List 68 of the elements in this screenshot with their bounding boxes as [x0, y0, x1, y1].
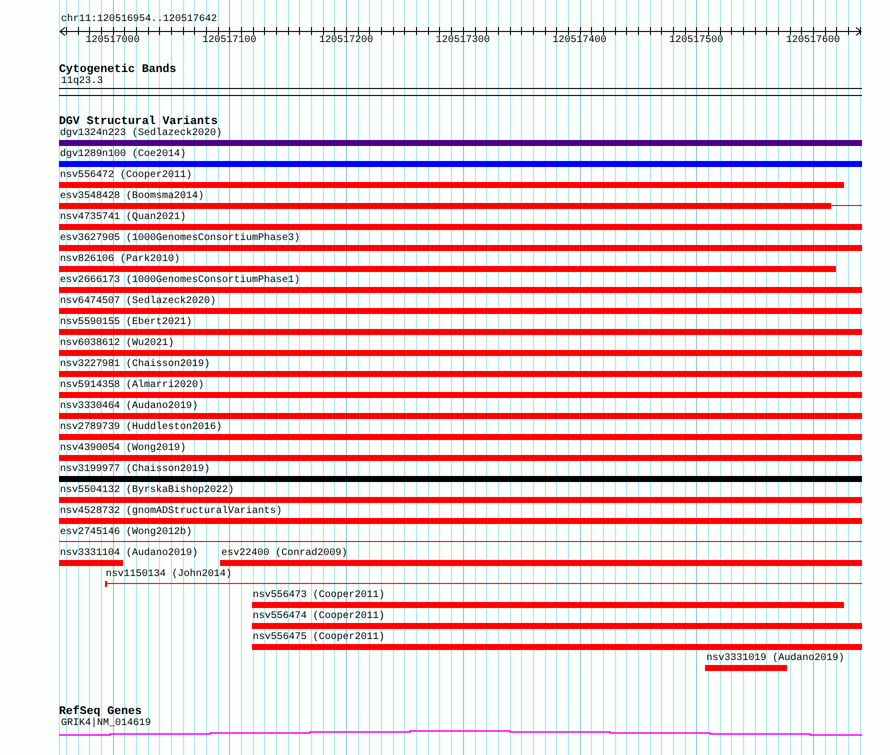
variant-label: nsv6038612 (Wu2021) [59, 338, 174, 349]
variant-bar[interactable] [252, 623, 862, 629]
variant-label: nsv3330464 (Audano2019) [59, 401, 198, 412]
location-label: chr11:120516954..120517642 [60, 14, 218, 25]
variant-line[interactable] [830, 205, 862, 206]
variant-bar[interactable] [59, 140, 862, 146]
track-title: DGV Structural Variants [59, 116, 218, 128]
ruler-tick-label: 120517300 [436, 35, 490, 46]
variant-bar[interactable] [59, 518, 862, 524]
variant-label: esv3627905 (1000GenomesConsortiumPhase3) [59, 233, 300, 244]
variant-bar[interactable] [59, 350, 862, 356]
variant-bar[interactable] [59, 497, 862, 503]
variant-bar[interactable] [220, 560, 862, 566]
variant-bar[interactable] [252, 644, 862, 650]
track-title: Cytogenetic Bands [59, 64, 176, 76]
variant-label: nsv2789739 (Huddleston2016) [59, 422, 222, 433]
variant-label: nsv1150134 (John2014) [104, 569, 232, 580]
ruler-tick-label: 120517400 [552, 35, 607, 46]
band-label: 11q23.3 [60, 76, 104, 87]
variant-label: esv22400 (Conrad2009) [220, 548, 348, 559]
variant-label: nsv556473 (Cooper2011) [252, 590, 385, 601]
variant-label: nsv556474 (Cooper2011) [252, 611, 385, 622]
variant-bar[interactable] [252, 602, 844, 608]
ruler-tick-label: 120517000 [86, 35, 140, 46]
variant-label: nsv5914358 (Almarri2020) [59, 380, 204, 391]
variant-label: nsv3331019 (Audano2019) [705, 653, 844, 664]
variant-bar[interactable] [59, 455, 862, 461]
variant-bar[interactable] [59, 371, 862, 377]
variant-label: nsv556475 (Cooper2011) [252, 632, 385, 643]
ruler-tick-label: 120517100 [202, 35, 256, 46]
variant-bar[interactable] [59, 329, 862, 335]
variant-bar[interactable] [59, 224, 862, 230]
variant-bar[interactable] [59, 182, 844, 188]
variant-bar[interactable] [59, 560, 124, 566]
ruler-tick-label: 120517600 [786, 35, 840, 46]
variant-label: nsv826106 (Park2010) [59, 254, 180, 265]
variant-label: nsv556472 (Cooper2011) [59, 170, 192, 181]
ruler-tick-label: 120517200 [319, 35, 374, 46]
variant-bar[interactable] [59, 161, 862, 167]
variant-bar[interactable] [59, 266, 836, 272]
variant-label: dgv1289n100 (Coe2014) [59, 149, 186, 160]
variant-line[interactable] [59, 541, 862, 542]
variant-bar[interactable] [59, 434, 862, 440]
variant-label: esv3548428 (Boomsma2014) [59, 191, 204, 202]
variant-label: nsv3227981 (Chaisson2019) [59, 359, 210, 370]
variant-bar[interactable] [59, 392, 862, 398]
gene-line[interactable] [59, 730, 862, 736]
variant-bar[interactable] [59, 203, 831, 209]
variant-label: nsv5504132 (ByrskaBishop2022) [59, 485, 234, 496]
variant-label: esv2745146 (Wong2012b) [59, 527, 192, 538]
variant-bar[interactable] [59, 476, 862, 482]
variant-label: nsv6474507 (Sedlazeck2020) [59, 296, 216, 307]
variant-bar[interactable] [59, 287, 862, 293]
variant-label: nsv3199977 (Chaisson2019) [59, 464, 210, 475]
variant-label: nsv3331104 (Audano2019) [59, 548, 198, 559]
gene-label: GRIK4|NM_014619 [60, 718, 152, 729]
variant-label: nsv5590155 (Ebert2021) [59, 317, 192, 328]
variant-bar[interactable] [59, 413, 862, 419]
track-title: RefSeq Genes [59, 706, 142, 718]
variant-bar[interactable] [59, 308, 862, 314]
variant-label: nsv4390054 (Wong2019) [59, 443, 186, 454]
variant-label: nsv4735741 (Quan2021) [59, 212, 186, 223]
variant-label: esv2666173 (1000GenomesConsortiumPhase1) [59, 275, 300, 286]
variant-bar[interactable] [705, 665, 788, 671]
variant-label: dgv1324n223 (Sedlazeck2020) [59, 128, 222, 139]
variant-bar[interactable] [59, 245, 862, 251]
variant-label: nsv4528732 (gnomADStructuralVariants) [59, 506, 282, 517]
ruler-tick-label: 120517500 [669, 35, 724, 46]
